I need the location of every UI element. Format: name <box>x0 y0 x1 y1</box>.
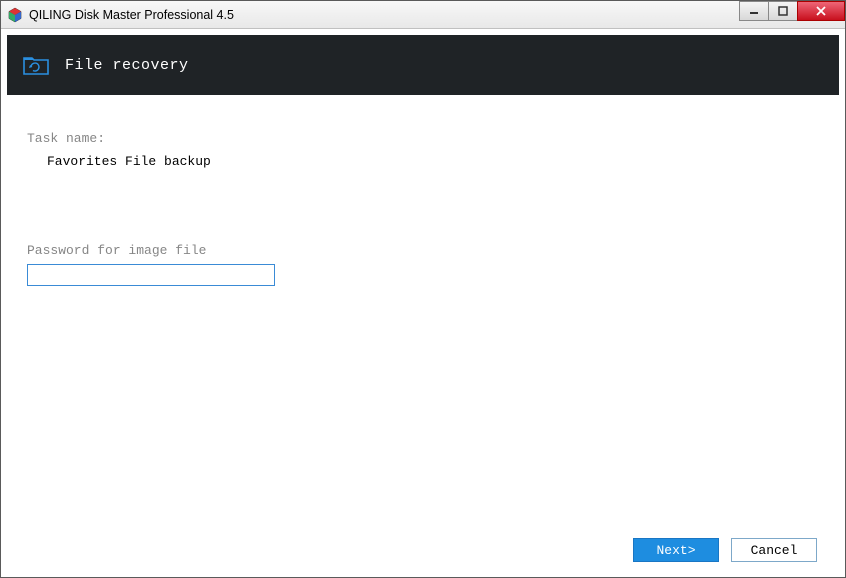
app-icon <box>7 7 23 23</box>
next-button-label: Next> <box>656 543 695 558</box>
content-area: Task name: Favorites File backup Passwor… <box>7 95 839 529</box>
page-title: File recovery <box>65 57 189 74</box>
cancel-button[interactable]: Cancel <box>731 538 817 562</box>
titlebar[interactable]: QILING Disk Master Professional 4.5 <box>1 1 845 29</box>
maximize-button[interactable] <box>768 1 798 21</box>
folder-recovery-icon <box>23 54 49 76</box>
task-name-label: Task name: <box>27 131 819 146</box>
password-label: Password for image file <box>27 243 819 258</box>
minimize-button[interactable] <box>739 1 769 21</box>
minimize-icon <box>749 6 759 16</box>
next-button[interactable]: Next> <box>633 538 719 562</box>
task-name-value: Favorites File backup <box>27 154 819 169</box>
close-icon <box>815 6 827 16</box>
page-header: File recovery <box>7 35 839 95</box>
maximize-icon <box>778 6 788 16</box>
window-title: QILING Disk Master Professional 4.5 <box>29 8 234 22</box>
app-window: QILING Disk Master Professional 4.5 <box>0 0 846 578</box>
password-input[interactable] <box>27 264 275 286</box>
window-controls <box>740 1 845 21</box>
footer: Next> Cancel <box>7 529 839 571</box>
cancel-button-label: Cancel <box>751 543 798 558</box>
close-button[interactable] <box>797 1 845 21</box>
